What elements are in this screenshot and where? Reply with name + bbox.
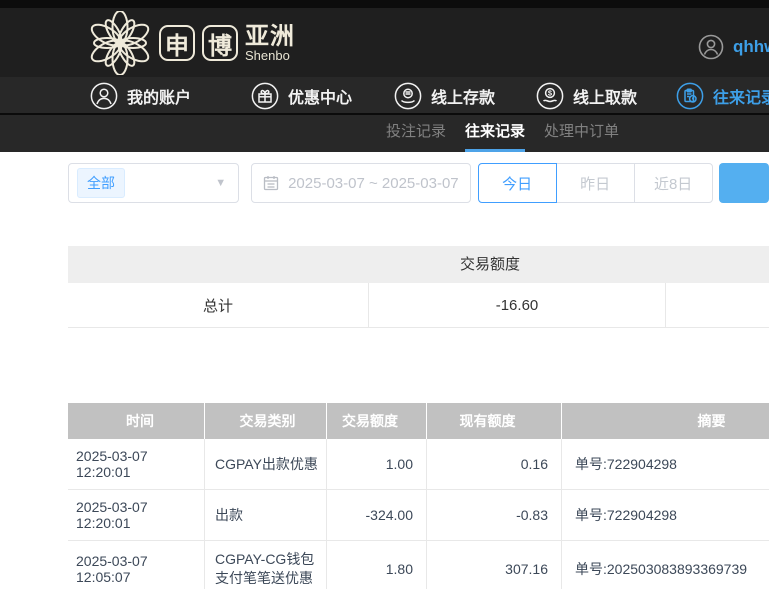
gift-icon <box>251 82 279 110</box>
cell-amount: 1.00 <box>327 439 427 489</box>
quick-date-buttons: 今日 昨日 近8日 <box>478 163 713 203</box>
header-time: 时间 <box>68 403 205 439</box>
summary-table: 交易额度 总计 -16.60 <box>68 246 769 328</box>
cell-time: 2025-03-07 12:05:07 <box>68 541 205 589</box>
today-button[interactable]: 今日 <box>478 163 557 203</box>
cell-summary: 单号:722904298 <box>562 439 769 489</box>
nav-item-records[interactable]: 往来记录 <box>676 77 769 115</box>
nav-item-promotions[interactable]: 优惠中心 <box>251 77 352 115</box>
nav-label: 线上存款 <box>431 84 495 108</box>
search-button[interactable] <box>719 163 769 203</box>
cell-time: 2025-03-07 12:20:01 <box>68 490 205 540</box>
nav-label: 往来记录 <box>713 84 769 108</box>
table-row: 2025-03-07 12:20:01 出款 -324.00 -0.83 单号:… <box>68 490 769 541</box>
chevron-down-icon: ▼ <box>215 177 226 189</box>
site-logo[interactable]: 申 博 亚洲 Shenbo <box>88 11 295 75</box>
withdraw-icon: $ <box>536 82 564 110</box>
table-row: 2025-03-07 12:05:07 CGPAY-CG钱包支付笔笔送优惠 1.… <box>68 541 769 589</box>
deposit-icon <box>394 82 422 110</box>
date-range-value: 2025-03-07 ~ 2025-03-07 <box>288 175 459 192</box>
date-range-input[interactable]: 2025-03-07 ~ 2025-03-07 <box>251 163 471 203</box>
nav-item-deposit[interactable]: 线上存款 <box>394 77 495 115</box>
flower-logo-icon <box>88 11 152 75</box>
nav-label: 优惠中心 <box>288 84 352 108</box>
logo-region-text: 亚洲 <box>245 24 295 49</box>
nav-label: 我的账户 <box>127 84 191 108</box>
header-summary: 摘要 <box>562 403 769 439</box>
header-type: 交易类别 <box>205 403 327 439</box>
tab-transaction-records[interactable]: 往来记录 <box>465 115 525 152</box>
filter-row: 全部 ▼ 2025-03-07 ~ 2025-03-07 今日 昨日 近8日 <box>68 163 769 203</box>
cell-balance: 307.16 <box>427 541 562 589</box>
type-select-tag[interactable]: 全部 <box>77 168 125 198</box>
cell-time: 2025-03-07 12:20:01 <box>68 439 205 489</box>
logo-char-1: 申 <box>159 25 195 61</box>
nav-item-my-account[interactable]: 我的账户 <box>90 77 191 115</box>
cell-balance: -0.83 <box>427 490 562 540</box>
yesterday-button[interactable]: 昨日 <box>556 163 635 203</box>
nav-item-withdraw[interactable]: $ 线上取款 <box>536 77 637 115</box>
user-avatar-icon <box>698 34 724 60</box>
cell-balance: 0.16 <box>427 439 562 489</box>
summary-total-value: -16.60 <box>368 283 665 327</box>
summary-header: 交易额度 <box>68 246 769 283</box>
cell-type: 出款 <box>205 490 327 540</box>
summary-empty-cell <box>665 283 769 327</box>
sub-tabs: 投注记录 往来记录 处理中订单 <box>0 115 769 152</box>
summary-total-row: 总计 -16.60 <box>68 283 769 328</box>
summary-total-label: 总计 <box>68 283 368 327</box>
logo-char-2: 博 <box>202 25 238 61</box>
cell-summary: 单号:202503083893369739 <box>562 541 769 589</box>
user-area[interactable]: qhhw <box>698 34 769 60</box>
calendar-icon <box>263 175 279 191</box>
cell-type: CGPAY-CG钱包支付笔笔送优惠 <box>205 541 327 589</box>
table-header-row: 时间 交易类别 交易额度 现有额度 摘要 <box>68 403 769 439</box>
cell-summary: 单号:722904298 <box>562 490 769 540</box>
tab-processing-orders[interactable]: 处理中订单 <box>544 115 619 152</box>
cell-amount: 1.80 <box>327 541 427 589</box>
tab-betting-records[interactable]: 投注记录 <box>386 115 446 152</box>
logo-subtitle: Shenbo <box>245 49 295 63</box>
cell-amount: -324.00 <box>327 490 427 540</box>
transactions-table: 时间 交易类别 交易额度 现有额度 摘要 2025-03-07 12:20:01… <box>68 403 769 589</box>
nav-label: 线上取款 <box>573 84 637 108</box>
table-row: 2025-03-07 12:20:01 CGPAY出款优惠 1.00 0.16 … <box>68 439 769 490</box>
main-nav: 我的账户 优惠中心 线上存款 $ 线上取款 <box>0 77 769 115</box>
header-balance: 现有额度 <box>427 403 562 439</box>
cell-type: CGPAY出款优惠 <box>205 439 327 489</box>
account-icon <box>90 82 118 110</box>
last-8-days-button[interactable]: 近8日 <box>634 163 713 203</box>
site-header: 申 博 亚洲 Shenbo qhhw <box>0 8 769 77</box>
top-strip <box>0 0 769 8</box>
records-icon <box>676 82 704 110</box>
header-amount: 交易额度 <box>327 403 427 439</box>
type-select[interactable]: 全部 ▼ <box>68 163 239 203</box>
username[interactable]: qhhw <box>733 37 769 57</box>
